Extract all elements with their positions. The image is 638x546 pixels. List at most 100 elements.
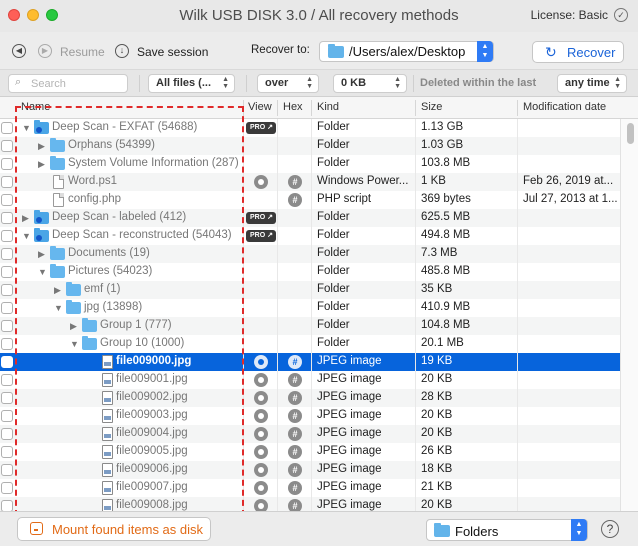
table-row[interactable]: file009003.jpg # JPEG image 20 KB	[0, 407, 620, 425]
hex-view-icon[interactable]: #	[288, 499, 302, 511]
row-checkbox[interactable]	[1, 284, 13, 296]
disclosure-closed-icon[interactable]: ▶	[38, 140, 48, 152]
column-view[interactable]: View	[248, 101, 272, 113]
recover-destination-select[interactable]: /Users/alex/Desktop ▲ ▼	[319, 41, 494, 62]
pro-badge[interactable]: PRO ↗	[246, 212, 276, 224]
disclosure-closed-icon[interactable]: ▶	[54, 284, 64, 296]
preview-eye-icon[interactable]	[254, 175, 268, 189]
search-field[interactable]: ⌕	[8, 74, 128, 93]
time-range-select[interactable]: any time ▲ ▼	[557, 74, 627, 93]
row-checkbox[interactable]	[1, 230, 13, 242]
disclosure-closed-icon[interactable]: ▶	[22, 212, 32, 224]
row-checkbox[interactable]	[1, 338, 13, 350]
column-divider[interactable]	[243, 100, 244, 116]
row-checkbox[interactable]	[1, 176, 13, 188]
column-name[interactable]: Name	[21, 101, 50, 113]
mount-as-disk-button[interactable]: Mount found items as disk	[17, 517, 211, 541]
column-hex[interactable]: Hex	[283, 101, 303, 113]
row-checkbox[interactable]	[1, 122, 13, 134]
license-check-icon[interactable]: ✓	[614, 8, 628, 22]
size-operator-select[interactable]: over ▲ ▼	[257, 74, 319, 93]
hex-view-icon[interactable]: #	[288, 373, 302, 387]
row-checkbox[interactable]	[1, 248, 13, 260]
license-status[interactable]: License: Basic	[531, 8, 608, 22]
row-checkbox[interactable]	[1, 482, 13, 494]
table-row[interactable]: file009005.jpg # JPEG image 26 KB	[0, 443, 620, 461]
scrollbar-thumb[interactable]	[627, 123, 634, 144]
disclosure-open-icon[interactable]: ▼	[22, 230, 32, 242]
search-input[interactable]	[31, 77, 123, 90]
view-mode-select[interactable]: Folders ▲ ▼	[426, 519, 588, 541]
row-checkbox[interactable]	[1, 302, 13, 314]
table-row[interactable]: file009004.jpg # JPEG image 20 KB	[0, 425, 620, 443]
column-modification-date[interactable]: Modification date	[523, 101, 606, 113]
hex-view-icon[interactable]: #	[288, 175, 302, 189]
back-icon[interactable]: ◀	[12, 44, 26, 58]
table-row[interactable]: file009007.jpg # JPEG image 21 KB	[0, 479, 620, 497]
preview-eye-icon[interactable]	[254, 481, 268, 495]
save-session-button[interactable]: Save session	[137, 45, 208, 59]
hex-view-icon[interactable]: #	[288, 445, 302, 459]
disclosure-open-icon[interactable]: ▼	[38, 266, 48, 278]
row-checkbox[interactable]	[1, 320, 13, 332]
row-checkbox[interactable]	[1, 500, 13, 511]
table-row[interactable]: ▶ Group 1 (777) Folder 104.8 MB	[0, 317, 620, 335]
table-row[interactable]: config.php # PHP script 369 bytes Jul 27…	[0, 191, 620, 209]
preview-eye-icon[interactable]	[254, 409, 268, 423]
table-row[interactable]: ▶ System Volume Information (287) Folder…	[0, 155, 620, 173]
row-checkbox[interactable]	[1, 140, 13, 152]
table-row[interactable]: file009002.jpg # JPEG image 28 KB	[0, 389, 620, 407]
table-row[interactable]: ▼ Pictures (54023) Folder 485.8 MB	[0, 263, 620, 281]
row-checkbox[interactable]	[1, 212, 13, 224]
preview-eye-icon[interactable]	[254, 463, 268, 477]
disclosure-closed-icon[interactable]: ▶	[38, 248, 48, 260]
disclosure-open-icon[interactable]: ▼	[70, 338, 80, 350]
row-checkbox[interactable]	[1, 446, 13, 458]
disclosure-closed-icon[interactable]: ▶	[38, 158, 48, 170]
pro-badge[interactable]: PRO ↗	[246, 230, 276, 242]
recover-button[interactable]: ↻ Recover	[532, 41, 624, 63]
help-button[interactable]: ?	[601, 520, 619, 538]
pro-badge[interactable]: PRO ↗	[246, 122, 276, 134]
hex-view-icon[interactable]: #	[288, 481, 302, 495]
chevron-updown-icon[interactable]: ▲ ▼	[477, 41, 493, 62]
preview-eye-icon[interactable]	[254, 373, 268, 387]
disclosure-closed-icon[interactable]: ▶	[70, 320, 80, 332]
table-row[interactable]: ▼ Deep Scan - EXFAT (54688) PRO ↗ Folder…	[0, 119, 620, 137]
preview-eye-icon[interactable]	[254, 499, 268, 511]
resume-play-icon[interactable]: ▶	[38, 44, 52, 58]
hex-view-icon[interactable]: #	[288, 355, 302, 369]
row-checkbox[interactable]	[1, 428, 13, 440]
hex-view-icon[interactable]: #	[288, 463, 302, 477]
size-value-select[interactable]: 0 KB ▲ ▼	[333, 74, 407, 93]
save-session-icon[interactable]: ↓	[115, 44, 129, 58]
disclosure-open-icon[interactable]: ▼	[22, 122, 32, 134]
table-row[interactable]: ▼ jpg (13898) Folder 410.9 MB	[0, 299, 620, 317]
column-size[interactable]: Size	[421, 101, 442, 113]
disclosure-open-icon[interactable]: ▼	[54, 302, 64, 314]
vertical-scrollbar[interactable]	[620, 119, 638, 511]
row-checkbox[interactable]	[1, 158, 13, 170]
row-checkbox[interactable]	[1, 356, 13, 368]
row-checkbox[interactable]	[1, 374, 13, 386]
table-row[interactable]: ▶ Deep Scan - labeled (412) PRO ↗ Folder…	[0, 209, 620, 227]
row-checkbox[interactable]	[1, 194, 13, 206]
table-row[interactable]: Word.ps1 # Windows Power... 1 KB Feb 26,…	[0, 173, 620, 191]
preview-eye-icon[interactable]	[254, 355, 268, 369]
row-checkbox[interactable]	[1, 392, 13, 404]
table-row[interactable]: file009001.jpg # JPEG image 20 KB	[0, 371, 620, 389]
row-checkbox[interactable]	[1, 410, 13, 422]
preview-eye-icon[interactable]	[254, 445, 268, 459]
row-checkbox[interactable]	[1, 464, 13, 476]
column-divider[interactable]	[415, 100, 416, 116]
table-row[interactable]: ▼ Deep Scan - reconstructed (54043) PRO …	[0, 227, 620, 245]
preview-eye-icon[interactable]	[254, 427, 268, 441]
column-divider[interactable]	[277, 100, 278, 116]
table-row[interactable]: ▶ Documents (19) Folder 7.3 MB	[0, 245, 620, 263]
hex-view-icon[interactable]: #	[288, 193, 302, 207]
table-row[interactable]: ▶ emf (1) Folder 35 KB	[0, 281, 620, 299]
column-kind[interactable]: Kind	[317, 101, 339, 113]
column-divider[interactable]	[517, 100, 518, 116]
table-row[interactable]: ▼ Group 10 (1000) Folder 20.1 MB	[0, 335, 620, 353]
table-row-selected[interactable]: file009000.jpg # JPEG image 19 KB	[0, 353, 620, 371]
